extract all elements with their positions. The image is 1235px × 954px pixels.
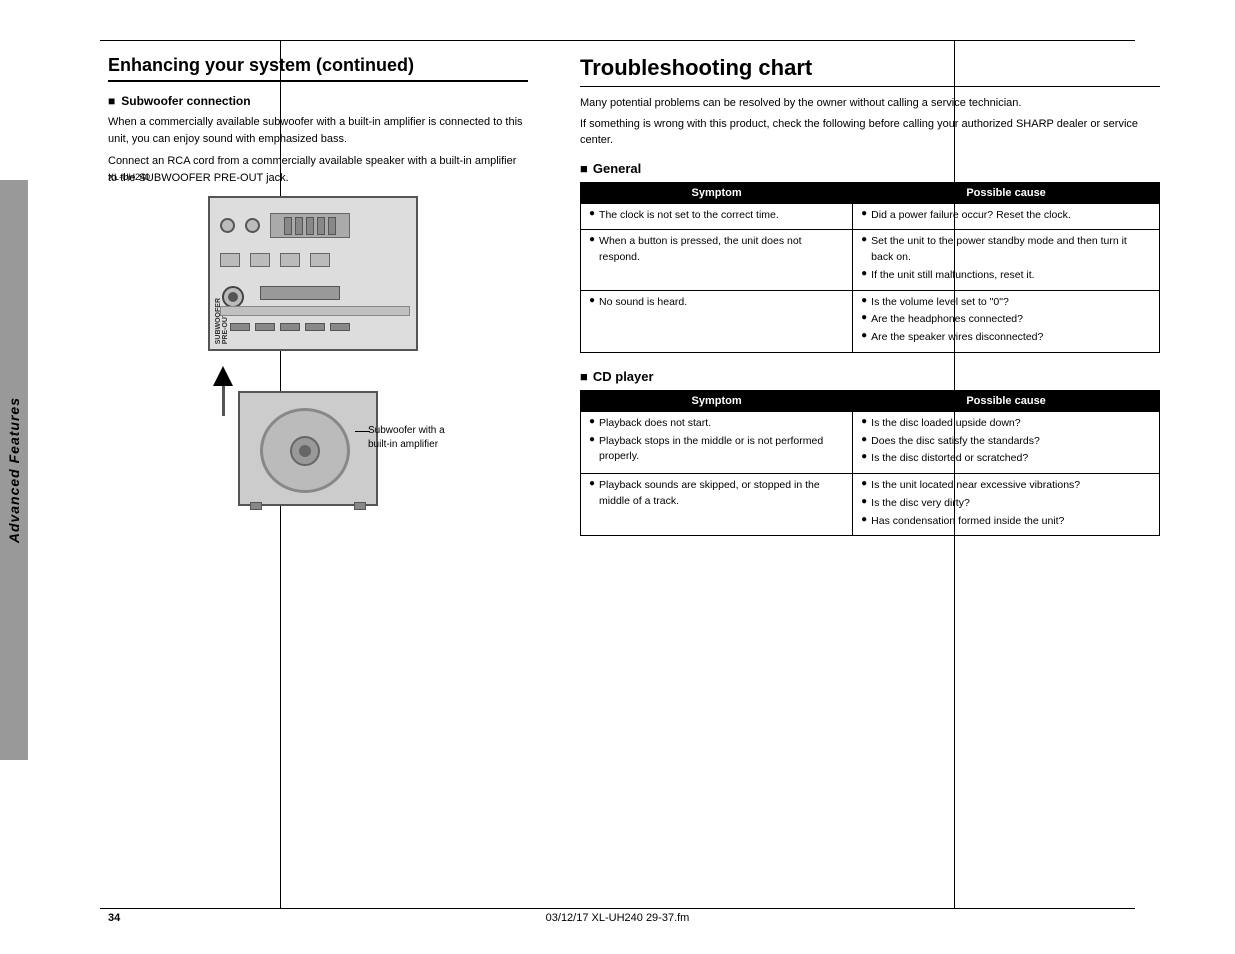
cd-section: CD player Symptom Possible cause ●Playba… <box>580 369 1160 537</box>
bottom-bar <box>220 306 410 316</box>
cd-symptom-bullet: ●Playback sounds are skipped, or stopped… <box>589 478 844 510</box>
cd-cause-cell: ●Is the disc loaded upside down? ●Does th… <box>853 411 1160 473</box>
cd-symptom-header: Symptom <box>581 390 853 411</box>
general-cause-header: Possible cause <box>853 182 1160 203</box>
page-number: 34 <box>108 912 120 924</box>
cd-symptom-cell: ●Playback does not start. ●Playback stops… <box>581 411 853 473</box>
bar-conn <box>260 286 340 300</box>
top-border <box>100 40 1135 41</box>
general-cause-cell: ●Did a power failure occur? Reset the cl… <box>853 203 1160 230</box>
cd-cause-bullet: ●Does the disc satisfy the standards? <box>861 434 1151 450</box>
speaker-dust-cap <box>299 445 311 457</box>
general-symptom-cell: ●No sound is heard. <box>581 290 853 352</box>
subwoofer-label: Subwoofer with a built-in amplifier <box>368 424 458 452</box>
symptom-bullet: ●When a button is pressed, the unit does… <box>589 234 844 266</box>
cause-bullet: ●Did a power failure occur? Reset the cl… <box>861 208 1151 224</box>
cd-cause-bullet: ●Is the disc very dirty? <box>861 496 1151 512</box>
general-table-row: ●No sound is heard. ●Is the volume level … <box>581 290 1160 352</box>
symptom-bullet: ●No sound is heard. <box>589 295 844 311</box>
connector-line <box>222 386 225 416</box>
cd-symptom-cell: ●Playback sounds are skipped, or stopped… <box>581 474 853 536</box>
side-tab: Advanced Features <box>0 180 28 760</box>
right-column: Troubleshooting chart Many potential pro… <box>580 55 1160 552</box>
symptom-bullet: ●The clock is not set to the correct tim… <box>589 208 844 224</box>
cd-cause-bullet: ●Has condensation formed inside the unit… <box>861 514 1151 530</box>
terminal-block <box>270 213 350 238</box>
cd-table-row: ●Playback does not start. ●Playback stops… <box>581 411 1160 473</box>
bottom-conn-3 <box>280 253 300 267</box>
cause-bullet: ●Is the volume level set to "0"? <box>861 295 1151 311</box>
cd-cause-bullet: ●Is the unit located near excessive vibr… <box>861 478 1151 494</box>
body-text-1: When a commercially available subwoofer … <box>108 114 528 147</box>
label-line <box>355 431 370 432</box>
back-panel: SUBWOOFERPRE-OUT <box>208 196 418 351</box>
foot-2 <box>354 502 366 510</box>
subwoofer-diagram: SUBWOOFERPRE-OUT <box>178 196 458 516</box>
cd-section-title: CD player <box>580 369 1160 384</box>
general-table-row: ●The clock is not set to the correct tim… <box>581 203 1160 230</box>
speaker-cone <box>260 408 350 493</box>
general-symptom-cell: ●When a button is pressed, the unit does… <box>581 230 853 290</box>
speaker-box <box>238 391 378 506</box>
general-cause-cell: ●Is the volume level set to "0"?●Are the… <box>853 290 1160 352</box>
cd-cause-cell: ●Is the unit located near excessive vibr… <box>853 474 1160 536</box>
general-section-title: General <box>580 161 1160 176</box>
general-symptom-cell: ●The clock is not set to the correct tim… <box>581 203 853 230</box>
footer: 03/12/17 XL-UH240 29-37.fm <box>546 912 690 924</box>
bottom-connectors <box>230 323 400 331</box>
speaker-center <box>290 436 320 466</box>
bottom-conn-2 <box>250 253 270 267</box>
general-symptom-header: Symptom <box>581 182 853 203</box>
general-table: Symptom Possible cause ●The clock is not… <box>580 182 1160 353</box>
left-section-title: Enhancing your system (continued) <box>108 55 528 82</box>
cd-cause-bullet: ●Is the disc distorted or scratched? <box>861 451 1151 467</box>
intro-text-1: Many potential problems can be resolved … <box>580 95 1160 112</box>
general-table-row: ●When a button is pressed, the unit does… <box>581 230 1160 290</box>
cause-bullet: ●If the unit still malfunctions, reset i… <box>861 268 1151 284</box>
arrow-container <box>213 366 233 416</box>
cd-cause-bullet: ●Is the disc loaded upside down? <box>861 416 1151 432</box>
cd-table: Symptom Possible cause ●Playback does no… <box>580 390 1160 537</box>
bottom-conn-4 <box>310 253 330 267</box>
intro-text-2: If something is wrong with this product,… <box>580 116 1160 149</box>
foot-1 <box>250 502 262 510</box>
cd-symptom-bullet: ●Playback does not start. <box>589 416 844 432</box>
general-section: General Symptom Possible cause ●The cloc… <box>580 161 1160 353</box>
cd-table-row: ●Playback sounds are skipped, or stopped… <box>581 474 1160 536</box>
troubleshooting-title: Troubleshooting chart <box>580 55 1160 87</box>
cd-symptom-bullet: ●Playback stops in the middle or is not … <box>589 434 844 466</box>
body-text-2: Connect an RCA cord from a commercially … <box>108 153 528 186</box>
connector-2 <box>245 218 260 233</box>
cause-bullet: ●Are the speaker wires disconnected? <box>861 330 1151 346</box>
subwoofer-subtitle-text: Subwoofer connection <box>121 94 250 108</box>
arrow-up <box>213 366 233 386</box>
subwoofer-subtitle: Subwoofer connection <box>108 94 528 108</box>
general-cause-cell: ●Set the unit to the power standby mode … <box>853 230 1160 290</box>
subwoofer-diagram-area: SUBWOOFERPRE-OUT <box>108 196 528 516</box>
side-tab-label: Advanced Features <box>6 397 22 543</box>
bottom-border <box>100 908 1135 909</box>
cause-bullet: ●Are the headphones connected? <box>861 312 1151 328</box>
page-container: Advanced Features XL-UH240 Enhancing you… <box>0 0 1235 954</box>
panel-label: SUBWOOFERPRE-OUT <box>215 298 229 344</box>
cd-cause-header: Possible cause <box>853 390 1160 411</box>
cause-bullet: ●Set the unit to the power standby mode … <box>861 234 1151 266</box>
bottom-conn-1 <box>220 253 240 267</box>
connector-1 <box>220 218 235 233</box>
left-column: Enhancing your system (continued) Subwoo… <box>108 55 538 526</box>
